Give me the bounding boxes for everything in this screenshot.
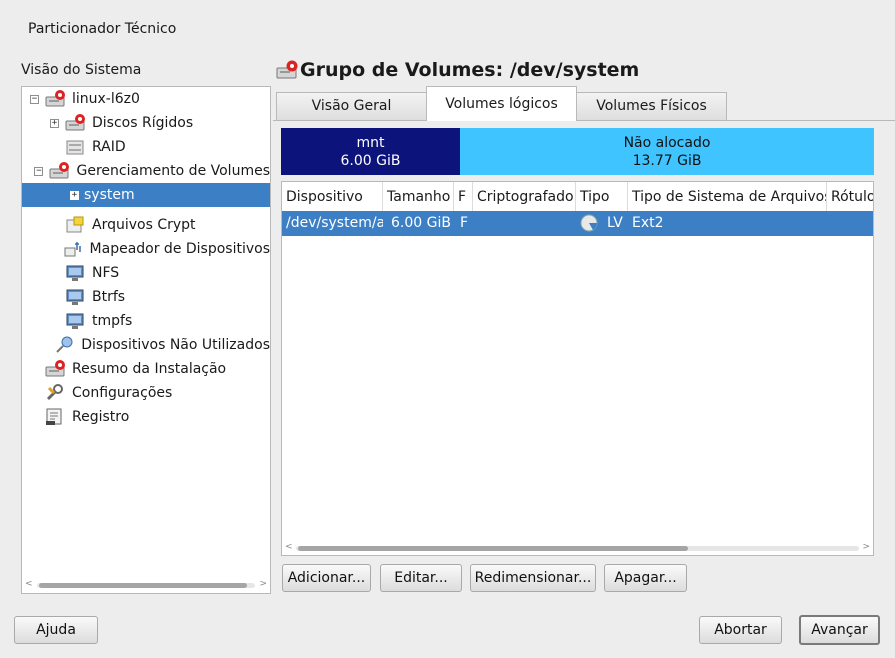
- tree-item-settings[interactable]: Configurações: [22, 381, 270, 405]
- cell-device: /dev/system/a: [286, 215, 383, 231]
- tree-item-label: Btrfs: [92, 289, 126, 305]
- tree-item-nfs[interactable]: NFS: [22, 261, 270, 285]
- cell-fs-type: Ext2: [632, 215, 664, 231]
- usage-bar-size: 13.77 GiB: [632, 153, 702, 169]
- tree-item-label: linux-l6z0: [72, 91, 140, 107]
- help-button[interactable]: Ajuda: [14, 616, 98, 644]
- scrollbar-thumb[interactable]: [298, 546, 688, 551]
- raid-icon: [64, 137, 86, 157]
- usage-bar-size: 6.00 GiB: [340, 153, 401, 169]
- logical-volume-icon: [578, 211, 600, 236]
- hard-disk-icon: [44, 89, 66, 109]
- window-title: Particionador Técnico: [28, 21, 177, 37]
- edit-button[interactable]: Editar...: [380, 564, 462, 592]
- scrollbar-thumb[interactable]: [39, 583, 247, 588]
- column-header-type[interactable]: Tipo: [576, 182, 628, 211]
- tree-item-label: Registro: [72, 409, 130, 425]
- table-row[interactable]: /dev/system/a 6.00 GiB F LV Ext2: [282, 211, 873, 236]
- logical-volumes-table[interactable]: Dispositivo Tamanho F Criptografado Tipo…: [281, 181, 874, 556]
- volume-group-title-text: Grupo de Volumes: /dev/system: [300, 59, 640, 81]
- tree-item-label: system: [84, 187, 135, 203]
- tree-item-label: Dispositivos Não Utilizados: [81, 337, 270, 353]
- scroll-right-icon[interactable]: >: [259, 579, 267, 589]
- tab-overview[interactable]: Visão Geral: [276, 92, 427, 120]
- column-header-encrypted[interactable]: Criptografado: [473, 182, 576, 211]
- add-button[interactable]: Adicionar...: [282, 564, 371, 592]
- collapse-icon[interactable]: −: [34, 166, 44, 176]
- tree-item-unused-devices[interactable]: Dispositivos Não Utilizados: [22, 333, 270, 357]
- tree-item-log[interactable]: Registro: [22, 405, 270, 429]
- cell-encrypted: [473, 211, 576, 236]
- cell-label: [827, 211, 873, 236]
- tmpfs-icon: [64, 311, 86, 331]
- column-header-device[interactable]: Dispositivo: [282, 182, 383, 211]
- log-icon: [44, 407, 66, 427]
- system-view-label: Visão do Sistema: [21, 62, 142, 78]
- tree-item-tmpfs[interactable]: tmpfs: [22, 309, 270, 333]
- table-horizontal-scrollbar[interactable]: < >: [282, 541, 873, 555]
- column-header-format[interactable]: F: [454, 182, 473, 211]
- expand-icon[interactable]: +: [50, 118, 59, 128]
- tree-item-label: Resumo da Instalação: [72, 361, 227, 377]
- tree-item-label: NFS: [92, 265, 120, 281]
- tree-item-label: Arquivos Crypt: [92, 217, 196, 233]
- hard-disk-icon: [64, 113, 86, 133]
- tree-item-btrfs[interactable]: Btrfs: [22, 285, 270, 309]
- tree-item-crypt-files[interactable]: Arquivos Crypt: [22, 213, 270, 237]
- tree-item-volume-management[interactable]: − Gerenciamento de Volumes: [22, 159, 270, 183]
- usage-bar-unallocated: Não alocado 13.77 GiB: [460, 128, 874, 175]
- column-header-size[interactable]: Tamanho: [383, 182, 454, 211]
- tree-item-label: tmpfs: [92, 313, 133, 329]
- tree-item-label: Configurações: [72, 385, 173, 401]
- tab-logical-volumes[interactable]: Volumes lógicos: [426, 86, 577, 121]
- tree-item-label: Discos Rígidos: [92, 115, 194, 131]
- tab-physical-volumes[interactable]: Volumes Físicos: [576, 92, 727, 120]
- tree-horizontal-scrollbar[interactable]: < >: [23, 579, 269, 591]
- usage-bar-name: Não alocado: [623, 135, 711, 151]
- abort-button[interactable]: Abortar: [699, 616, 782, 644]
- tree-item-host[interactable]: − linux-l6z0: [22, 87, 270, 111]
- scroll-left-icon[interactable]: <: [25, 579, 33, 589]
- tab-divider: [273, 120, 895, 121]
- tree-item-installation-summary[interactable]: Resumo da Instalação: [22, 357, 270, 381]
- tree-item-device-mapper[interactable]: Mapeador de Dispositivos: [22, 237, 270, 261]
- scroll-left-icon[interactable]: <: [285, 542, 293, 552]
- nfs-icon: [64, 263, 86, 283]
- tree-item-raid[interactable]: RAID: [22, 135, 270, 159]
- delete-button[interactable]: Apagar...: [604, 564, 687, 592]
- btrfs-icon: [64, 287, 86, 307]
- hard-disk-icon: [48, 161, 70, 181]
- scroll-right-icon[interactable]: >: [862, 542, 870, 552]
- next-button[interactable]: Avançar: [799, 615, 880, 645]
- system-view-tree[interactable]: − linux-l6z0 + Discos Rígidos RAID − Ger…: [21, 86, 271, 594]
- collapse-icon[interactable]: −: [30, 94, 39, 104]
- settings-icon: [44, 383, 66, 403]
- device-mapper-icon: [62, 239, 84, 259]
- usage-bar-name: mnt: [356, 135, 385, 151]
- expand-icon[interactable]: +: [70, 190, 79, 200]
- resize-button[interactable]: Redimensionar...: [470, 564, 596, 592]
- volume-group-title: Grupo de Volumes: /dev/system: [276, 59, 639, 81]
- cell-type: LV: [607, 215, 623, 231]
- tree-item-system[interactable]: + system: [22, 183, 270, 207]
- unused-devices-icon: [53, 335, 75, 355]
- tree-item-label: Mapeador de Dispositivos: [89, 241, 270, 257]
- tree-item-label: RAID: [92, 139, 126, 155]
- column-header-fs-type[interactable]: Tipo de Sistema de Arquivos: [628, 182, 827, 211]
- column-header-label[interactable]: Rótulo: [827, 182, 873, 211]
- usage-bar-lv-mnt[interactable]: mnt 6.00 GiB: [281, 128, 460, 175]
- crypt-icon: [64, 215, 86, 235]
- tree-item-label: Gerenciamento de Volumes: [76, 163, 270, 179]
- tree-item-hard-disks[interactable]: + Discos Rígidos: [22, 111, 270, 135]
- cell-size: 6.00 GiB: [391, 215, 451, 231]
- hard-disk-icon: [276, 60, 298, 80]
- hard-disk-icon: [44, 359, 66, 379]
